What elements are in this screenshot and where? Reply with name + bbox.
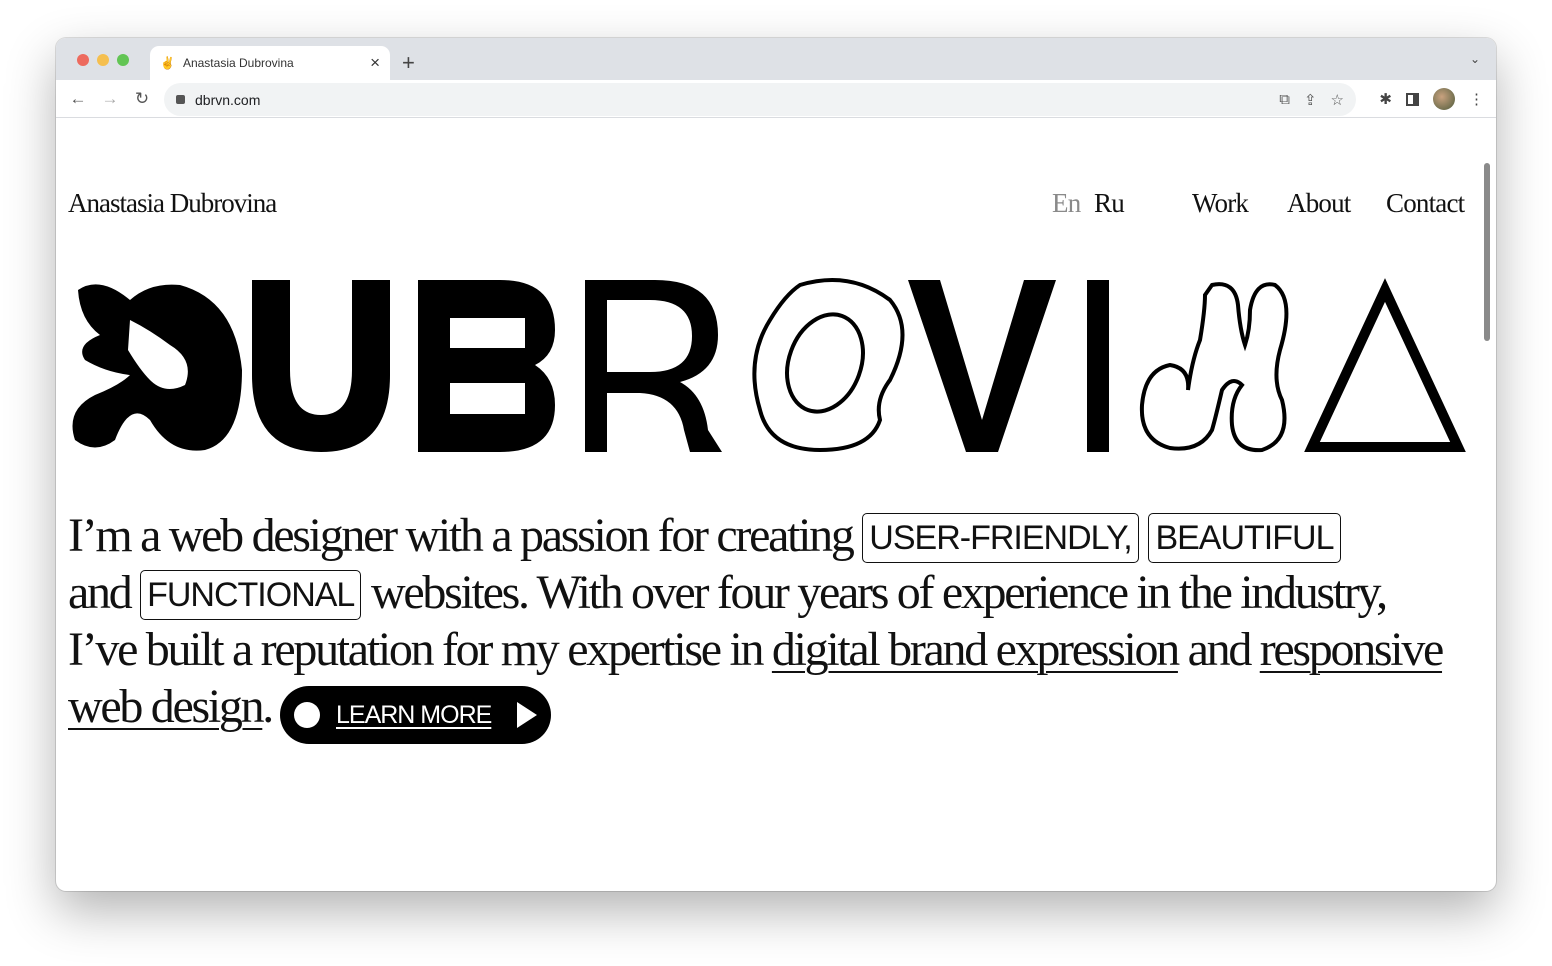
logo-letter-n-squiggle: [1139, 282, 1289, 453]
side-panel-icon[interactable]: [1406, 92, 1419, 106]
site-brand[interactable]: Anastasia Dubrovina: [68, 188, 277, 219]
address-bar[interactable]: dbrvn.com ⧉ ⇪ ☆: [164, 83, 1356, 116]
intro-text: .: [262, 680, 274, 733]
chevron-down-icon[interactable]: ⌄: [1470, 52, 1480, 66]
tab-title: Anastasia Dubrovina: [182, 56, 294, 70]
logo-letter-a-triangle: [1304, 278, 1466, 452]
logo-letter-u: [252, 280, 390, 452]
intro-text: I’m a web designer with a passion for cr…: [68, 509, 863, 562]
tag-user-friendly: USER-FRIENDLY,: [862, 513, 1139, 563]
intro-paragraph: I’m a web designer with a passion for cr…: [68, 507, 1448, 744]
logo-letter-i: [1087, 280, 1109, 452]
logo-letter-b: [418, 280, 555, 452]
play-arrow-icon: [517, 702, 538, 728]
dubrovina-logo: [72, 278, 1466, 453]
back-icon[interactable]: ←: [62, 89, 94, 109]
share-icon[interactable]: ⇪: [1304, 91, 1317, 109]
learn-more-button[interactable]: LEARN MORE: [280, 686, 552, 744]
intro-text: and: [1177, 623, 1260, 676]
close-window-button[interactable]: [77, 54, 89, 66]
url-text: dbrvn.com: [195, 91, 261, 108]
star-icon[interactable]: ☆: [1331, 91, 1344, 109]
lang-ru[interactable]: Ru: [1094, 188, 1125, 219]
nav-about[interactable]: About: [1287, 188, 1351, 219]
intro-text: and: [68, 566, 141, 619]
new-tab-button[interactable]: +: [402, 50, 415, 76]
minimize-window-button[interactable]: [97, 54, 109, 66]
maximize-window-button[interactable]: [117, 54, 129, 66]
logo-letter-v: [908, 280, 1056, 452]
tag-functional: FUNCTIONAL: [140, 570, 362, 620]
nav-contact[interactable]: Contact: [1386, 188, 1465, 219]
forward-icon[interactable]: →: [94, 89, 126, 109]
logo-letter-o-inner: [785, 312, 865, 414]
lang-en[interactable]: En: [1052, 188, 1081, 219]
logo-letter-d-blob: [72, 284, 242, 451]
tab-bar: ✌ Anastasia Dubrovina × + ⌄: [56, 38, 1496, 80]
browser-window: ✌ Anastasia Dubrovina × + ⌄ ← → ↻ dbrvn.…: [56, 38, 1496, 891]
lock-icon: [176, 95, 185, 104]
translate-icon[interactable]: ⧉: [1279, 91, 1290, 109]
close-tab-icon[interactable]: ×: [370, 53, 380, 73]
peace-hand-favicon-icon: ✌: [160, 56, 175, 70]
nav-work[interactable]: Work: [1192, 188, 1249, 219]
browser-tab[interactable]: ✌ Anastasia Dubrovina ×: [150, 46, 390, 80]
circle-icon: [294, 702, 320, 728]
menu-kebab-icon[interactable]: ⋮: [1469, 90, 1484, 108]
profile-avatar[interactable]: [1433, 88, 1455, 110]
toolbar: ← → ↻ dbrvn.com ⧉ ⇪ ☆ ✱ ⋮: [56, 80, 1496, 118]
extensions-puzzle-icon[interactable]: ✱: [1379, 90, 1392, 108]
learn-more-label: LEARN MORE: [336, 700, 492, 729]
logo-letter-r: [585, 280, 722, 452]
page-content: Anastasia Dubrovina En Ru Work About Con…: [56, 155, 1496, 891]
reload-icon[interactable]: ↻: [126, 89, 158, 109]
logo-letter-o-outer: [752, 278, 905, 453]
tag-beautiful: BEAUTIFUL: [1148, 513, 1341, 563]
link-digital-brand-expression[interactable]: digital brand expression: [772, 623, 1180, 676]
